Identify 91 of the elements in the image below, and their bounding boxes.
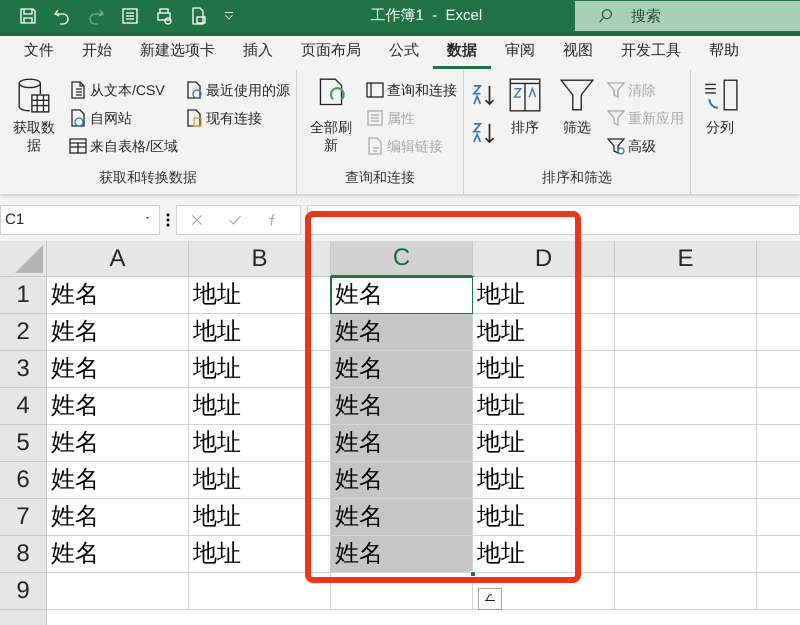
table-cell: 姓名 <box>331 499 473 536</box>
table-cell: 地址 <box>473 314 615 351</box>
sort-ascending-icon <box>470 82 496 108</box>
group-label: 查询和连接 <box>344 168 416 187</box>
table-cell: 地址 <box>473 462 615 499</box>
ribbon-tab[interactable]: 页面布局 <box>287 37 375 69</box>
ribbon-button[interactable]: 自网站 <box>68 104 178 132</box>
column-header[interactable]: E <box>615 241 757 277</box>
ribbon-button[interactable]: 全部刷新 <box>302 76 359 154</box>
table-cell: 地址 <box>189 277 331 314</box>
table-cell: 姓名 <box>331 425 473 462</box>
name-box[interactable]: C1 <box>0 205 160 235</box>
group-label: 排序和筛选 <box>540 168 613 187</box>
row-header[interactable]: 4 <box>0 388 47 425</box>
table-cell: 地址 <box>473 499 615 536</box>
table-cell: 姓名 <box>47 462 189 499</box>
table-cell: 姓名 <box>331 536 473 573</box>
ribbon-tab[interactable]: 插入 <box>229 37 287 69</box>
save-icon <box>18 6 38 26</box>
ribbon-button[interactable]: 分列 <box>696 76 743 136</box>
ribbon-tab[interactable]: 审阅 <box>491 37 549 69</box>
table-cell: 姓名 <box>331 314 473 351</box>
cancel-icon <box>189 212 205 228</box>
table-cell: 姓名 <box>47 499 189 536</box>
table-cell: 地址 <box>473 277 615 314</box>
ribbon-button[interactable]: 来自表格/区域 <box>68 132 178 160</box>
table-cell: 姓名 <box>331 388 473 425</box>
table-cell: 姓名 <box>47 425 189 462</box>
column-header[interactable]: C <box>331 241 473 277</box>
funnel-icon <box>606 80 626 100</box>
table-cell: 姓名 <box>47 351 189 388</box>
row-header[interactable]: 6 <box>0 462 47 499</box>
triangle-icon <box>15 245 43 273</box>
table-cell: 地址 <box>473 388 615 425</box>
table-cell: 地址 <box>189 425 331 462</box>
panel-icon <box>364 80 385 100</box>
paste-options-icon[interactable] <box>478 588 502 610</box>
table-cell: 地址 <box>473 351 615 388</box>
funnel-gear-icon <box>606 136 626 156</box>
table-cell: 地址 <box>189 536 331 573</box>
ribbon-tab[interactable]: 新建选项卡 <box>126 37 229 69</box>
ribbon-button[interactable]: 查询和连接 <box>364 76 457 104</box>
ribbon-tab[interactable]: 帮助 <box>695 37 753 69</box>
table-cell: 姓名 <box>331 462 473 499</box>
row-header[interactable]: 8 <box>0 536 47 573</box>
form-icon <box>120 6 140 26</box>
ribbon-tab[interactable]: 视图 <box>549 37 607 69</box>
table-cell: 地址 <box>189 314 331 351</box>
list-icon <box>364 108 385 128</box>
row-header[interactable]: 7 <box>0 499 47 536</box>
table-cell: 地址 <box>189 462 331 499</box>
table-cell: 姓名 <box>47 314 189 351</box>
ribbon-button[interactable]: 最近使用的源 <box>184 76 290 104</box>
ribbon-tab[interactable]: 文件 <box>10 37 68 69</box>
column-header[interactable]: B <box>189 241 331 277</box>
table-cell: 地址 <box>189 499 331 536</box>
table-cell: 地址 <box>473 425 615 462</box>
ribbon-button[interactable]: 高级 <box>606 132 684 160</box>
ribbon-button[interactable]: 从文本/CSV <box>68 76 178 104</box>
ribbon-button[interactable]: 筛选 <box>554 76 600 136</box>
funnel-icon <box>606 108 626 128</box>
ribbon-button[interactable]: 排序 <box>502 76 548 136</box>
table-cell: 姓名 <box>47 388 189 425</box>
table-cell: 地址 <box>473 536 615 573</box>
drag-handle-icon <box>166 213 170 227</box>
ribbon-tab[interactable]: 开始 <box>68 37 126 69</box>
row-header[interactable]: 5 <box>0 425 47 462</box>
table-cell: 姓名 <box>331 277 473 314</box>
row-header[interactable]: 9 <box>0 573 47 610</box>
cell-reference: C1 <box>5 210 26 230</box>
group-label: 获取和转换数据 <box>98 168 198 187</box>
window-title: 工作簿1 - Excel <box>369 6 484 26</box>
search-field[interactable]: 搜索 <box>575 1 800 31</box>
row-header[interactable]: 2 <box>0 314 47 351</box>
table-cell: 姓名 <box>331 351 473 388</box>
column-header[interactable]: A <box>47 241 189 277</box>
search-icon <box>597 7 615 25</box>
fill-handle-icon[interactable] <box>470 571 476 577</box>
row-header[interactable]: 3 <box>0 351 47 388</box>
ribbon-tab[interactable]: 开发工具 <box>607 37 695 69</box>
sort-descending-icon <box>470 120 496 146</box>
table-cell: 姓名 <box>47 277 189 314</box>
column-header[interactable]: D <box>473 241 615 277</box>
table-cell: 地址 <box>189 351 331 388</box>
ribbon-button[interactable]: 现有连接 <box>184 104 290 132</box>
ribbon-tab[interactable]: 公式 <box>375 37 433 69</box>
table-cell: 姓名 <box>47 536 189 573</box>
ribbon-button[interactable]: 获取数据 <box>6 76 62 154</box>
table-icon <box>68 136 88 156</box>
table-cell: 地址 <box>189 388 331 425</box>
row-header[interactable]: 1 <box>0 277 47 314</box>
